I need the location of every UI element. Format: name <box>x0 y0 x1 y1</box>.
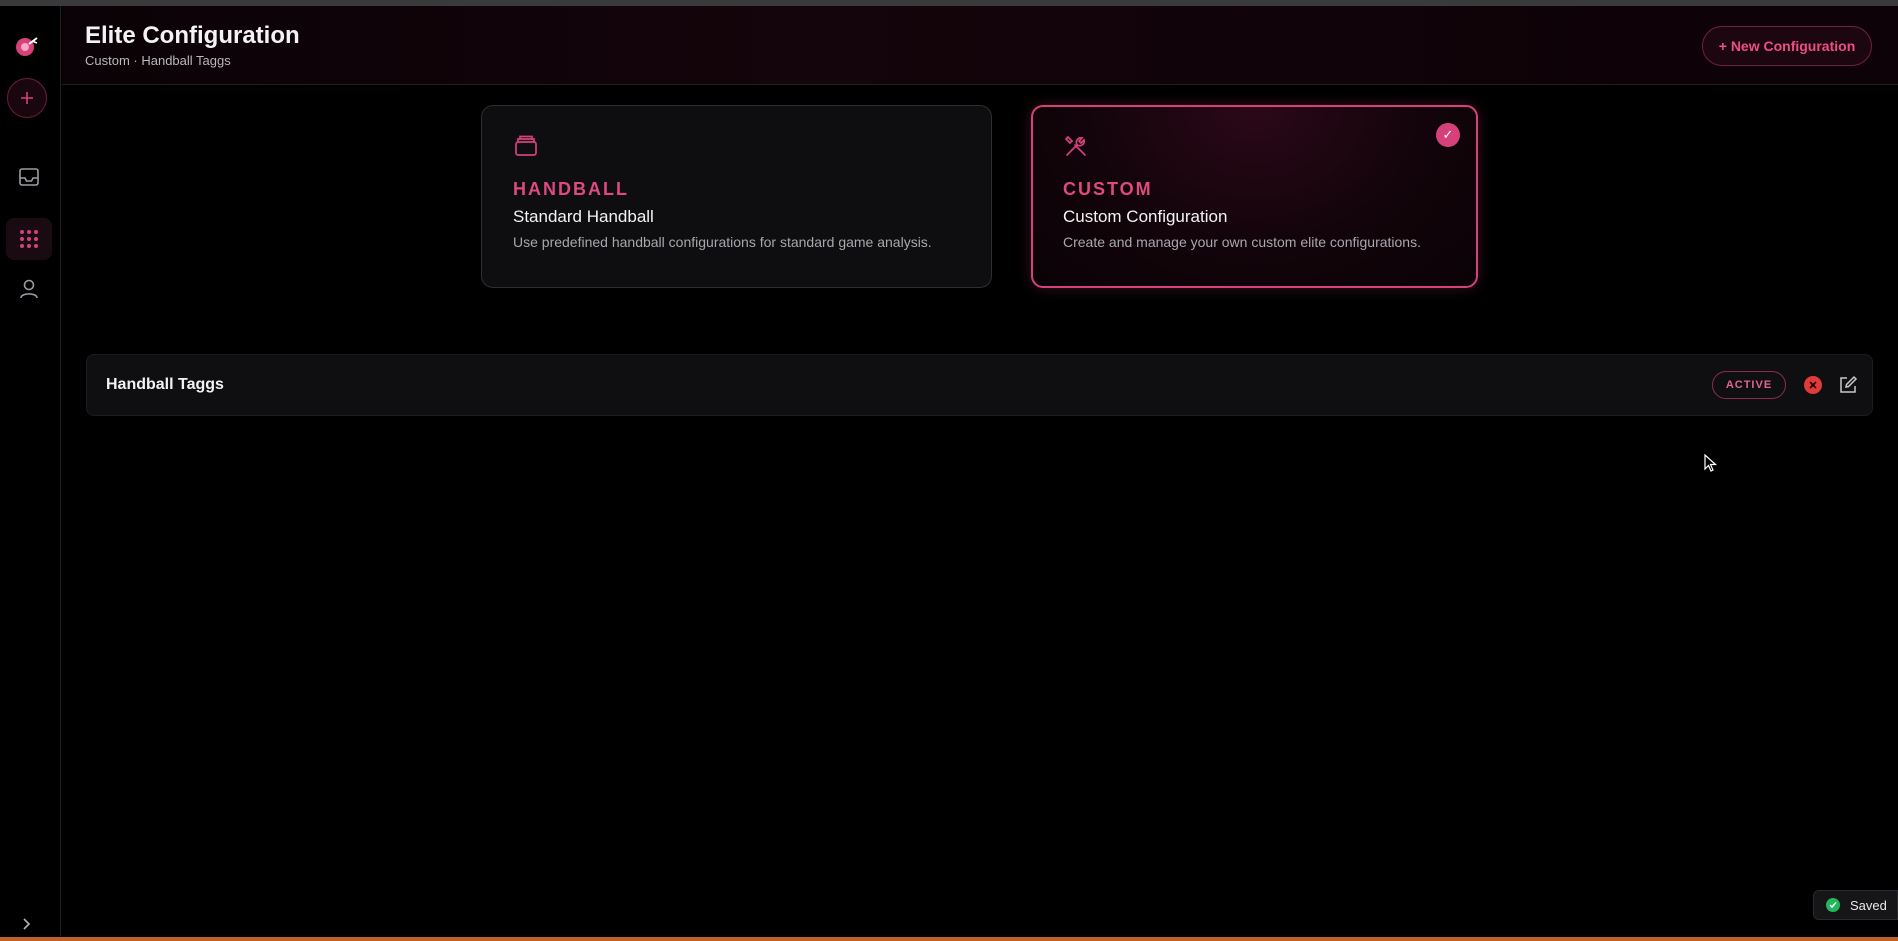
add-button[interactable] <box>7 78 47 118</box>
user-icon <box>20 279 38 299</box>
configuration-row[interactable]: Handball Taggs ACTIVE <box>86 354 1873 416</box>
card-tag: CUSTOM <box>1063 179 1153 199</box>
selected-check-icon: ✓ <box>1436 123 1460 147</box>
delete-button[interactable] <box>1804 376 1822 394</box>
sidebar-item-configurations[interactable] <box>6 218 52 260</box>
tools-icon <box>1064 135 1086 156</box>
check-circle-icon <box>1826 898 1840 912</box>
archive-icon <box>515 135 537 156</box>
status-badge: ACTIVE <box>1712 371 1786 399</box>
sidebar-item-profile[interactable] <box>6 268 52 310</box>
plus-icon <box>21 92 33 104</box>
saved-toast: Saved <box>1813 890 1898 920</box>
card-title: Custom Configuration <box>1063 207 1228 226</box>
page-header: Elite Configuration Custom · Handball Ta… <box>62 6 1898 85</box>
card-custom-configuration[interactable]: ✓ CUSTOM Custom Configuration Create and… <box>1031 105 1478 288</box>
inbox-icon <box>19 168 39 186</box>
card-description: Use predefined handball configurations f… <box>513 234 932 250</box>
sidebar <box>0 6 61 937</box>
logo-icon[interactable] <box>13 34 39 60</box>
grid-icon <box>20 230 38 248</box>
sidebar-item-inbox[interactable] <box>6 156 52 198</box>
card-description: Create and manage your own custom elite … <box>1063 234 1421 250</box>
page-title: Elite Configuration <box>85 22 300 49</box>
breadcrumb: Custom · Handball Taggs <box>85 53 231 68</box>
new-configuration-button[interactable]: + New Configuration <box>1702 26 1872 66</box>
card-title: Standard Handball <box>513 207 654 226</box>
close-icon <box>1809 381 1817 389</box>
mouse-cursor-icon <box>1704 454 1717 472</box>
card-tag: HANDBALL <box>513 179 629 199</box>
window-bottom-bar <box>0 937 1898 941</box>
card-standard-handball[interactable]: HANDBALL Standard Handball Use predefine… <box>481 105 992 288</box>
edit-icon[interactable] <box>1838 375 1858 395</box>
configuration-name: Handball Taggs <box>106 376 224 393</box>
chevron-right-icon[interactable] <box>18 916 34 932</box>
toast-label: Saved <box>1850 897 1887 913</box>
